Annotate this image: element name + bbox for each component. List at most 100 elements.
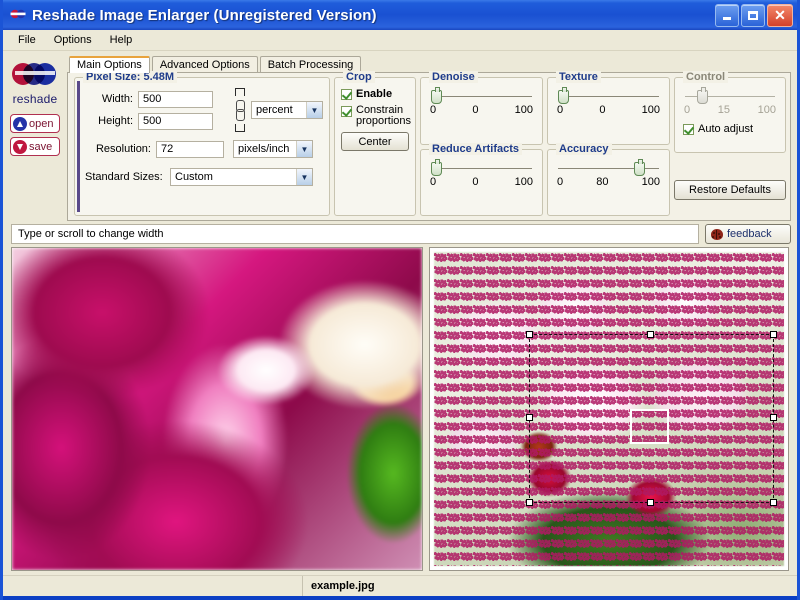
denoise-slider[interactable]	[431, 87, 532, 104]
accuracy-max: 100	[641, 175, 660, 188]
checkbox-icon	[341, 89, 352, 100]
size-unit-select[interactable]: percent ▼	[251, 101, 323, 119]
accuracy-group: Accuracy 0 80 100	[547, 142, 670, 216]
restore-defaults-button[interactable]: Restore Defaults	[674, 180, 786, 200]
detail-preview-image	[12, 248, 422, 570]
resolution-label: Resolution:	[95, 143, 151, 155]
crop-handle-se[interactable]	[769, 499, 777, 507]
reduce-artifacts-slider-thumb[interactable]	[431, 158, 442, 176]
accuracy-min: 0	[557, 175, 564, 188]
crop-constrain-label: Constrain proportions	[356, 104, 412, 127]
save-icon	[13, 139, 27, 154]
chain-link-icon[interactable]	[229, 88, 249, 132]
hint-text: Type or scroll to change width	[11, 224, 699, 244]
accuracy-slider[interactable]	[558, 158, 659, 176]
detail-preview-panel[interactable]	[11, 247, 423, 571]
crop-handle-n[interactable]	[647, 330, 654, 338]
reduce-artifacts-group: Reduce Artifacts 0 0 100	[420, 142, 543, 216]
crop-handle-w[interactable]	[525, 414, 533, 422]
crop-handle-sw[interactable]	[525, 499, 533, 507]
texture-max: 100	[641, 104, 660, 116]
texture-min: 0	[557, 104, 564, 116]
ladybug-icon	[711, 228, 723, 240]
control-value: 15	[717, 104, 730, 116]
menu-bar: File Options Help	[3, 30, 797, 51]
accuracy-legend: Accuracy	[556, 142, 612, 155]
pixel-size-group: Pixel Size: 5.48M Width: 500 Height: 500	[74, 71, 330, 216]
reduce-artifacts-value: 0	[472, 175, 479, 188]
crop-handle-ne[interactable]	[769, 330, 777, 338]
control-slider[interactable]	[685, 87, 775, 104]
maximize-button[interactable]	[741, 3, 765, 27]
texture-group: Texture 0 0 100	[547, 71, 670, 145]
denoise-slider-thumb[interactable]	[431, 87, 442, 104]
feedback-button-label: feedback	[727, 228, 772, 240]
reduce-artifacts-max: 100	[514, 175, 533, 188]
main-options-panel: Pixel Size: 5.48M Width: 500 Height: 500	[67, 71, 791, 221]
crop-handle-e[interactable]	[769, 414, 777, 422]
resolution-unit-select[interactable]: pixels/inch ▼	[233, 140, 313, 158]
status-segment-left	[3, 576, 303, 596]
title-bar: Reshade Image Enlarger (Unregistered Ver…	[3, 0, 797, 30]
control-max: 100	[757, 104, 776, 116]
maximize-icon	[748, 10, 758, 20]
crop-handle-nw[interactable]	[525, 330, 533, 338]
minimize-button[interactable]	[715, 3, 739, 27]
menu-item-help[interactable]: Help	[101, 32, 142, 48]
texture-slider[interactable]	[558, 87, 659, 104]
crop-legend: Crop	[343, 71, 375, 83]
reshade-logo-icon-large	[12, 61, 58, 87]
adjustment-sliders: Denoise 0 0 100 Texture 0 0 100 Reduce A…	[420, 71, 670, 216]
open-button[interactable]: open	[10, 114, 60, 133]
resolution-unit-value: pixels/inch	[238, 143, 290, 155]
accuracy-value: 80	[596, 175, 609, 188]
open-button-label: open	[29, 117, 54, 130]
close-button[interactable]: ✕	[767, 3, 793, 27]
control-column: Control 0 15 100 Auto adjust Restore Def…	[674, 71, 786, 216]
denoise-value: 0	[472, 104, 479, 116]
control-slider-thumb[interactable]	[696, 87, 708, 104]
sidebar: reshade open save	[3, 51, 67, 221]
preview-area	[3, 247, 797, 575]
texture-value: 0	[599, 104, 606, 116]
feedback-button[interactable]: feedback	[705, 224, 791, 244]
save-button[interactable]: save	[10, 137, 60, 156]
control-group: Control 0 15 100 Auto adjust	[674, 71, 786, 153]
height-input[interactable]: 500	[138, 112, 213, 130]
hint-bar: Type or scroll to change width feedback	[3, 221, 797, 247]
menu-item-file[interactable]: File	[9, 32, 45, 48]
crop-center-button[interactable]: Center	[341, 132, 409, 151]
auto-adjust-checkbox[interactable]: Auto adjust	[683, 123, 777, 135]
reduce-artifacts-slider[interactable]	[431, 158, 532, 176]
width-input[interactable]: 500	[138, 90, 213, 108]
chevron-down-icon: ▼	[296, 141, 312, 157]
minimize-icon	[723, 17, 731, 20]
reshade-logo-icon	[10, 7, 26, 23]
standard-sizes-select[interactable]: Custom ▼	[170, 168, 313, 186]
full-preview-image	[434, 252, 784, 566]
reduce-artifacts-min: 0	[430, 175, 437, 188]
menu-item-options[interactable]: Options	[45, 32, 101, 48]
height-label: Height:	[98, 115, 133, 127]
accuracy-slider-thumb[interactable]	[633, 158, 645, 176]
close-icon: ✕	[774, 7, 786, 23]
standard-sizes-value: Custom	[175, 171, 213, 183]
zoom-region-rectangle[interactable]	[630, 409, 669, 444]
application-window: Reshade Image Enlarger (Unregistered Ver…	[0, 0, 800, 600]
checkbox-icon	[683, 124, 694, 135]
chevron-down-icon: ▼	[306, 102, 322, 118]
standard-sizes-label: Standard Sizes:	[85, 171, 163, 183]
open-icon	[13, 116, 27, 131]
resolution-input[interactable]: 72	[156, 140, 224, 158]
crop-handle-s[interactable]	[647, 499, 654, 507]
full-preview-panel[interactable]	[429, 247, 789, 571]
checkbox-icon	[341, 106, 352, 117]
texture-slider-thumb[interactable]	[558, 87, 569, 104]
denoise-max: 100	[514, 104, 533, 116]
crop-enable-label: Enable	[356, 88, 393, 100]
crop-enable-checkbox[interactable]: Enable	[341, 88, 410, 100]
crop-constrain-checkbox[interactable]: Constrain proportions	[341, 104, 412, 127]
tab-main-options[interactable]: Main Options	[69, 56, 150, 73]
main-content: reshade open save Main Options Advanced …	[3, 51, 797, 600]
texture-legend: Texture	[556, 71, 601, 83]
